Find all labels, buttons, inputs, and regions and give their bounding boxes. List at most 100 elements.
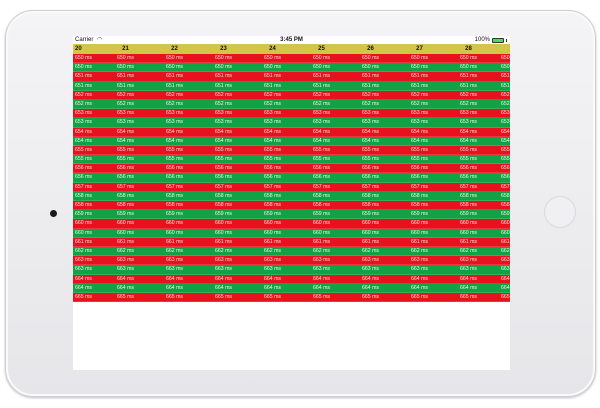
table-cell: 650 ms (214, 64, 232, 71)
table-row[interactable]: 657 ms 657 ms 657 ms 657 ms 657 ms 657 ms 657 … (73, 182, 510, 192)
table-cell: 661 ms (459, 238, 477, 245)
table-cell: 657 ms (75, 183, 93, 190)
table-cell: 651 ms (410, 82, 428, 89)
table-cell: 658 ms (263, 192, 281, 199)
table-row[interactable]: 652 ms 652 ms 652 ms 652 ms 652 ms 652 ms 652 … (73, 99, 510, 110)
table-row[interactable]: 659 ms 659 ms 659 ms 659 ms 659 ms 659 ms 659 … (73, 210, 510, 220)
table-cell: 652 ms (361, 100, 379, 107)
table-cell: 656 ms (75, 174, 93, 181)
table-cell: 660 ms (214, 229, 232, 236)
table-cell: 663 ms (361, 266, 379, 273)
table-cell: 654 ms (75, 137, 93, 144)
table-cell: 653 ms (500, 119, 510, 126)
table-row[interactable]: 654 ms 654 ms 654 ms 654 ms 654 ms 654 ms 654 … (73, 127, 510, 137)
table-row[interactable]: 651 ms 651 ms 651 ms 651 ms 651 ms 651 ms 651 … (73, 81, 510, 91)
table-row[interactable]: 653 ms 653 ms 653 ms 653 ms 653 ms 653 ms 653 … (73, 109, 510, 119)
table-cell: 656 ms (116, 174, 134, 181)
table-cell: 650 ms (116, 64, 134, 71)
table-cell: 652 ms (312, 91, 330, 98)
column-header: 26 (367, 46, 374, 52)
table-cell: 656 ms (214, 174, 232, 181)
table-cell: 656 ms (500, 165, 510, 172)
table-cell: 655 ms (459, 156, 477, 163)
table-row[interactable]: 654 ms 654 ms 654 ms 654 ms 654 ms 654 ms 654 … (73, 136, 510, 146)
table-row[interactable]: 655 ms 655 ms 655 ms 655 ms 655 ms 655 ms 655 … (73, 145, 510, 156)
table-cell: 660 ms (165, 229, 183, 236)
table-cell: 659 ms (116, 211, 134, 218)
table-cell: 661 ms (500, 238, 510, 245)
table-row[interactable]: 665 ms 665 ms 665 ms 665 ms 665 ms 665 ms 665 … (73, 292, 510, 303)
table-row[interactable]: 656 ms 656 ms 656 ms 656 ms 656 ms 656 ms 656 … (73, 173, 510, 183)
table-row[interactable]: 664 ms 664 ms 664 ms 664 ms 664 ms 664 ms 664 … (73, 274, 510, 284)
table-row[interactable]: 650 ms 650 ms 650 ms 650 ms 650 ms 650 ms 650 … (73, 54, 510, 64)
table-cell: 663 ms (410, 257, 428, 264)
camera-icon (50, 210, 57, 217)
table-cell: 658 ms (312, 192, 330, 199)
table-cell: 665 ms (459, 293, 477, 300)
table-row[interactable]: 664 ms 664 ms 664 ms 664 ms 664 ms 664 ms 664 … (73, 283, 510, 293)
table-cell: 651 ms (75, 82, 93, 89)
table-cell: 656 ms (165, 165, 183, 172)
table-cell: 663 ms (165, 266, 183, 273)
table-cell: 654 ms (116, 128, 134, 135)
table-cell: 653 ms (116, 119, 134, 126)
table-cell: 653 ms (263, 119, 281, 126)
table-row[interactable]: 658 ms 658 ms 658 ms 658 ms 658 ms 658 ms 658 … (73, 201, 510, 211)
table-cell: 654 ms (500, 128, 510, 135)
table-cell: 655 ms (116, 156, 134, 163)
table-row[interactable]: 660 ms 660 ms 660 ms 660 ms 660 ms 660 ms 660 … (73, 228, 510, 238)
table-cell: 658 ms (410, 192, 428, 199)
table-cell: 653 ms (75, 110, 93, 117)
table-row[interactable]: 655 ms 655 ms 655 ms 655 ms 655 ms 655 ms 655 … (73, 155, 510, 165)
timing-grid[interactable]: 650 ms 650 ms 650 ms 650 ms 650 ms 650 ms 650 … (73, 54, 510, 370)
table-cell: 664 ms (214, 275, 232, 282)
table-cell: 651 ms (214, 82, 232, 89)
table-cell: 662 ms (312, 247, 330, 254)
table-cell: 654 ms (116, 137, 134, 144)
table-row[interactable]: 660 ms 660 ms 660 ms 660 ms 660 ms 660 ms 660 … (73, 219, 510, 229)
table-cell: 651 ms (165, 73, 183, 80)
table-cell: 652 ms (165, 91, 183, 98)
table-row[interactable]: 663 ms 663 ms 663 ms 663 ms 663 ms 663 ms 663 … (73, 265, 510, 275)
table-cell: 655 ms (459, 146, 477, 153)
app-screen: Carrier ◠ 3:45 PM 100% 20 21 22 23 24 25 26 27 2… (73, 36, 510, 370)
table-cell: 654 ms (459, 137, 477, 144)
table-cell: 658 ms (361, 192, 379, 199)
column-header: 28 (465, 46, 472, 52)
table-cell: 654 ms (214, 128, 232, 135)
table-row[interactable]: 651 ms 651 ms 651 ms 651 ms 651 ms 651 ms 651 … (73, 72, 510, 82)
table-cell: 653 ms (214, 110, 232, 117)
table-cell: 660 ms (75, 229, 93, 236)
table-cell: 665 ms (500, 293, 510, 300)
table-cell: 651 ms (410, 73, 428, 80)
table-cell: 653 ms (263, 110, 281, 117)
table-cell: 650 ms (263, 55, 281, 61)
table-cell: 664 ms (361, 284, 379, 291)
table-cell: 662 ms (75, 247, 93, 254)
table-cell: 653 ms (165, 119, 183, 126)
table-cell: 655 ms (214, 156, 232, 163)
table-cell: 660 ms (500, 220, 510, 227)
table-row[interactable]: 650 ms 650 ms 650 ms 650 ms 650 ms 650 ms 650 … (73, 63, 510, 73)
table-cell: 652 ms (75, 91, 93, 98)
table-cell: 658 ms (75, 202, 93, 208)
table-cell: 653 ms (459, 110, 477, 117)
table-cell: 654 ms (459, 128, 477, 135)
table-cell: 663 ms (214, 257, 232, 264)
table-cell: 659 ms (75, 211, 93, 218)
table-row[interactable]: 653 ms 653 ms 653 ms 653 ms 653 ms 653 ms 653 … (73, 118, 510, 128)
column-header-row: 20 21 22 23 24 25 26 27 28 29 (73, 44, 510, 54)
table-cell: 660 ms (500, 229, 510, 236)
table-row[interactable]: 658 ms 658 ms 658 ms 658 ms 658 ms 658 ms 658 … (73, 191, 510, 201)
table-cell: 658 ms (263, 202, 281, 208)
table-row[interactable]: 662 ms 662 ms 662 ms 662 ms 662 ms 662 ms 662 … (73, 246, 510, 257)
table-row[interactable]: 661 ms 661 ms 661 ms 661 ms 661 ms 661 ms 661 … (73, 237, 510, 247)
home-button[interactable] (544, 196, 576, 228)
table-row[interactable]: 663 ms 663 ms 663 ms 663 ms 663 ms 663 ms 663 … (73, 256, 510, 266)
table-cell: 657 ms (459, 183, 477, 190)
table-row[interactable]: 652 ms 652 ms 652 ms 652 ms 652 ms 652 ms 652 … (73, 90, 510, 100)
table-cell: 664 ms (410, 275, 428, 282)
status-bar: Carrier ◠ 3:45 PM 100% (73, 36, 510, 44)
table-cell: 663 ms (263, 257, 281, 264)
table-row[interactable]: 656 ms 656 ms 656 ms 656 ms 656 ms 656 ms 656 … (73, 164, 510, 174)
